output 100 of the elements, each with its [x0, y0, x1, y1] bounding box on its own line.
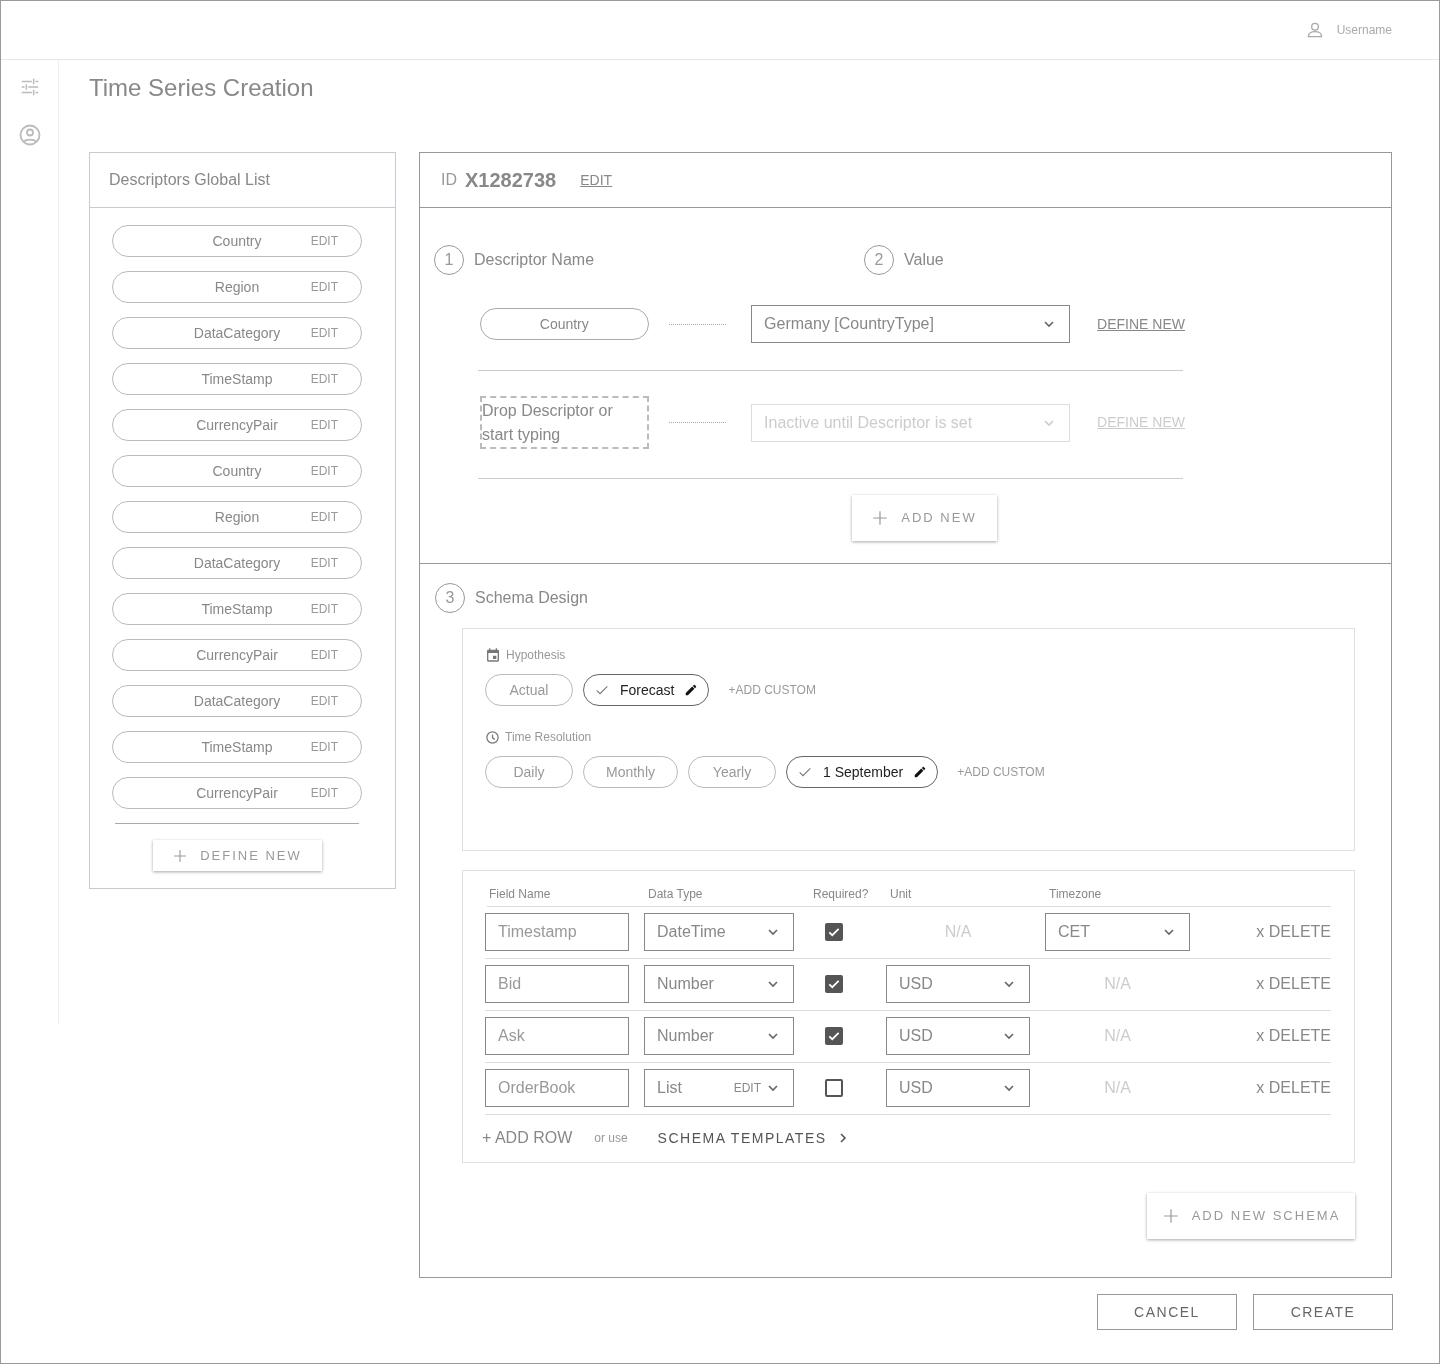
add-new-schema-button[interactable]: ADD NEW SCHEMA: [1147, 1193, 1355, 1239]
timezone-dropdown[interactable]: CET: [1045, 913, 1190, 951]
field-name-input[interactable]: Bid: [485, 965, 629, 1003]
data-type-dropdown[interactable]: Number: [644, 1017, 794, 1055]
descriptor-chip[interactable]: DataCategory EDIT: [112, 547, 362, 579]
step-label: Descriptor Name: [474, 250, 595, 270]
descriptor-label: Region: [214, 507, 260, 527]
data-type-dropdown[interactable]: Number: [644, 965, 794, 1003]
clock-icon: [485, 729, 500, 745]
option-chip[interactable]: Daily: [485, 756, 573, 788]
delete-link[interactable]: x DELETE: [1256, 972, 1331, 996]
data-type-dropdown[interactable]: List EDIT: [644, 1069, 794, 1107]
descriptor-label: CurrencyPair: [196, 415, 278, 435]
edit-link[interactable]: EDIT: [310, 508, 361, 526]
field-name-input[interactable]: OrderBook: [485, 1069, 629, 1107]
pencil-icon: [913, 765, 928, 779]
or-use-label: or use: [594, 1130, 628, 1147]
group-label: Time Resolution: [505, 729, 592, 746]
edit-link[interactable]: EDIT: [310, 232, 361, 250]
add-custom-link[interactable]: +ADD CUSTOM: [957, 763, 1045, 781]
step-label: Schema Design: [475, 588, 588, 608]
descriptor-label: CurrencyPair: [196, 645, 278, 665]
add-new-button[interactable]: ADD NEW: [851, 495, 997, 541]
option-chip[interactable]: Yearly: [688, 756, 777, 788]
add-custom-link[interactable]: +ADD CUSTOM: [728, 681, 816, 699]
descriptor-label: DataCategory: [193, 691, 281, 711]
column-header: Unit: [890, 886, 913, 903]
edit-link[interactable]: EDIT: [310, 278, 361, 296]
panel-title: Descriptors Global List: [109, 170, 270, 190]
page-title: Time Series Creation: [89, 74, 315, 102]
descriptor-chip[interactable]: CurrencyPair EDIT: [112, 409, 362, 441]
option-chip[interactable]: Actual: [485, 674, 573, 706]
plus-icon: [1161, 1207, 1180, 1225]
descriptor-label: TimeStamp: [201, 599, 273, 619]
descriptor-chip[interactable]: TimeStamp EDIT: [112, 593, 362, 625]
edit-link[interactable]: EDIT: [310, 324, 361, 342]
descriptor-chip[interactable]: DataCategory EDIT: [112, 317, 362, 349]
descriptor-chip[interactable]: Country EDIT: [112, 225, 362, 257]
delete-link[interactable]: x DELETE: [1256, 1024, 1331, 1048]
descriptor-label: TimeStamp: [201, 369, 273, 389]
value-dropdown[interactable]: Germany [CountryType]: [751, 305, 1071, 343]
descriptor-label: DataCategory: [193, 553, 281, 573]
define-new-button[interactable]: DEFINE NEW: [152, 840, 322, 871]
descriptor-chip[interactable]: Region EDIT: [112, 271, 362, 303]
required-checkbox[interactable]: [825, 975, 843, 993]
edit-link[interactable]: EDIT: [310, 692, 361, 710]
descriptor-label: TimeStamp: [201, 737, 273, 757]
edit-link[interactable]: EDIT: [580, 169, 613, 191]
plus-icon: [172, 847, 189, 864]
required-checkbox[interactable]: [825, 1079, 843, 1097]
descriptor-chip[interactable]: TimeStamp EDIT: [112, 731, 362, 763]
descriptor-chip[interactable]: CurrencyPair EDIT: [112, 777, 362, 809]
descriptor-label: CurrencyPair: [196, 783, 278, 803]
schema-templates-link[interactable]: SCHEMA TEMPLATES: [657, 1127, 851, 1149]
username-label[interactable]: Username: [1336, 21, 1392, 39]
id-label: ID: [441, 170, 457, 190]
descriptor-label: DataCategory: [193, 323, 281, 343]
series-id: X1282738: [465, 168, 557, 193]
plus-icon: [871, 509, 890, 527]
descriptor-label: Region: [214, 277, 260, 297]
required-checkbox[interactable]: [825, 1027, 843, 1045]
delete-link[interactable]: x DELETE: [1256, 920, 1331, 944]
add-row-link[interactable]: + ADD ROW: [482, 1126, 573, 1150]
edit-link[interactable]: EDIT: [310, 554, 361, 572]
edit-link[interactable]: EDIT: [310, 600, 361, 618]
option-chip[interactable]: Forecast: [583, 674, 710, 706]
unit-dropdown[interactable]: USD: [886, 965, 1030, 1003]
cancel-button[interactable]: CANCEL: [1097, 1294, 1237, 1330]
step-label: Value: [904, 250, 944, 270]
field-name-input[interactable]: Timestamp: [485, 913, 629, 951]
unit-dropdown[interactable]: USD: [886, 1069, 1030, 1107]
descriptor-chip[interactable]: DataCategory EDIT: [112, 685, 362, 717]
edit-link[interactable]: EDIT: [310, 370, 361, 388]
column-header: Timezone: [1049, 886, 1103, 903]
descriptor-label: Country: [212, 231, 262, 251]
data-type-dropdown[interactable]: DateTime: [644, 913, 794, 951]
descriptor-chip[interactable]: CurrencyPair EDIT: [112, 639, 362, 671]
group-label: Hypothesis: [506, 647, 566, 664]
descriptor-chip[interactable]: Region EDIT: [112, 501, 362, 533]
option-chip[interactable]: Monthly: [583, 756, 679, 788]
edit-link[interactable]: EDIT: [310, 416, 361, 434]
delete-link[interactable]: x DELETE: [1256, 1076, 1331, 1100]
descriptor-chip[interactable]: Country EDIT: [112, 455, 362, 487]
column-header: Data Type: [648, 886, 704, 903]
field-name-input[interactable]: Ask: [485, 1017, 629, 1055]
column-header: Field Name: [489, 886, 552, 903]
define-new-link[interactable]: DEFINE NEW: [1097, 313, 1185, 335]
option-chip[interactable]: 1 September: [786, 756, 939, 788]
descriptor-label: Country: [212, 461, 262, 481]
edit-link[interactable]: EDIT: [310, 738, 361, 756]
calendar-icon: [485, 647, 501, 663]
descriptor-chip[interactable]: TimeStamp EDIT: [112, 363, 362, 395]
create-button[interactable]: CREATE: [1253, 1294, 1393, 1330]
required-checkbox[interactable]: [825, 923, 843, 941]
edit-link[interactable]: EDIT: [310, 784, 361, 802]
pencil-icon: [684, 683, 699, 697]
edit-link[interactable]: EDIT: [310, 462, 361, 480]
column-header: Required?: [813, 886, 870, 903]
edit-link[interactable]: EDIT: [310, 646, 361, 664]
unit-dropdown[interactable]: USD: [886, 1017, 1030, 1055]
